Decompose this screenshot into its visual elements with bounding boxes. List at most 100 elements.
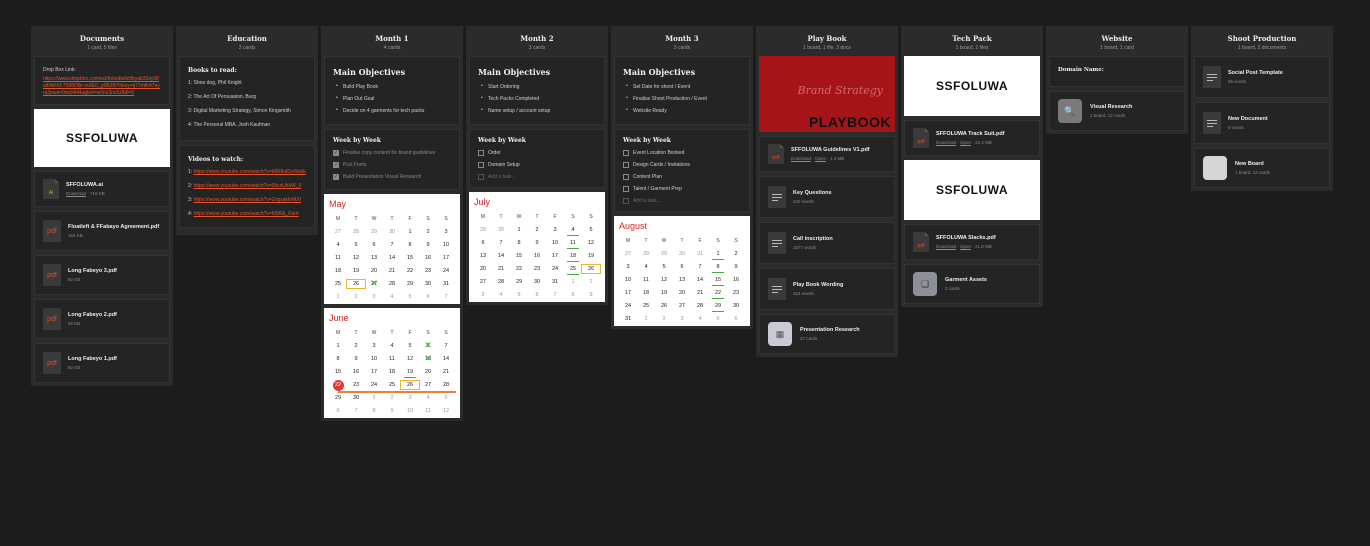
calendar-day[interactable]: 17	[437, 254, 455, 262]
calendar-day[interactable]: 2	[528, 226, 546, 234]
calendar-day[interactable]: 7	[546, 291, 564, 299]
calendar-day[interactable]: 2	[383, 394, 401, 402]
board-card[interactable]: 🔍 Visual Research 1 board, 12 cards	[1049, 91, 1185, 131]
file-card[interactable]: pdf SFFOLUWA Track Suit.pdf Download · O…	[904, 120, 1040, 156]
calendar-day[interactable]: 6	[365, 241, 383, 249]
calendar-day[interactable]: 29	[329, 394, 347, 402]
calendar-day[interactable]: 22	[401, 267, 419, 275]
books-card[interactable]: Books to read: 1: Shoe dog, Phil Knight …	[179, 56, 315, 141]
calendar-day[interactable]: 31	[619, 315, 637, 323]
calendar-day[interactable]: 1	[329, 293, 347, 301]
calendar-day[interactable]: 31	[691, 250, 709, 258]
calendar-july[interactable]: July M T W T F S S 29 30 1 2 3 4 5 6 7 8 9 10 11 12 13 14 15 16 1…	[469, 192, 605, 302]
column-header[interactable]: Documents 1 card, 5 files	[34, 26, 170, 56]
column-month-3[interactable]: Month 3 3 cards Main Objectives Set Date…	[611, 26, 753, 329]
calendar-day[interactable]: 8	[709, 263, 727, 273]
dropbox-link-card[interactable]: Drop Box Link: https://www.dropbox.com/s…	[34, 56, 170, 105]
column-play-book[interactable]: Play Book 1 board, 1 file, 3 docs Brand …	[756, 26, 898, 357]
calendar-day[interactable]: 3	[365, 342, 383, 350]
brand-logo-image[interactable]: SSFOLUWA	[34, 109, 170, 167]
calendar-day[interactable]: 22	[709, 289, 727, 299]
file-card[interactable]: pdf SFFOLUWA Guidelines V1.pdf Download …	[759, 136, 895, 172]
calendar-day[interactable]: 11	[383, 355, 401, 363]
checkbox-checked[interactable]: ✓	[333, 162, 339, 168]
calendar-day[interactable]: 5	[347, 241, 365, 249]
calendar-day[interactable]: 18	[637, 289, 655, 297]
calendar-day[interactable]: 30	[419, 280, 437, 288]
calendar-day[interactable]: 24	[437, 267, 455, 275]
calendar-day[interactable]: 29	[655, 250, 673, 258]
calendar-day[interactable]: 26	[400, 380, 420, 390]
calendar-day[interactable]: 23	[419, 267, 437, 275]
calendar-day[interactable]: 3	[474, 291, 492, 299]
calendar-day[interactable]: 14	[437, 355, 455, 363]
calendar-day[interactable]: 8	[401, 241, 419, 249]
calendar-day[interactable]: 1	[329, 342, 347, 350]
checkbox[interactable]	[623, 186, 629, 192]
calendar-day[interactable]: 28	[492, 278, 510, 286]
videos-card[interactable]: Videos to watch: 1: https://www.youtube.…	[179, 145, 315, 228]
calendar-day[interactable]: 10	[365, 355, 383, 363]
calendar-day[interactable]: 27	[365, 279, 383, 288]
calendar-day[interactable]: 12	[401, 355, 419, 363]
download-link[interactable]: Download	[936, 140, 956, 145]
column-education[interactable]: Education 2 cards Books to read: 1: Shoe…	[176, 26, 318, 235]
calendar-day[interactable]: 30	[383, 228, 401, 236]
calendar-day[interactable]: 21	[691, 289, 709, 297]
calendar-day[interactable]: 1	[564, 278, 582, 286]
calendar-day[interactable]: 21	[383, 267, 401, 275]
calendar-day[interactable]: 27	[673, 302, 691, 310]
calendar-day[interactable]: 25	[637, 302, 655, 310]
calendar-day[interactable]: 4	[492, 291, 510, 299]
dropbox-link[interactable]: https://www.dropbox.com/scl/fo/eubwfz8by…	[43, 76, 161, 97]
calendar-day[interactable]: 31	[437, 280, 455, 288]
calendar-day[interactable]: 1	[637, 315, 655, 323]
calendar-day[interactable]: 6	[727, 315, 745, 323]
calendar-day[interactable]: 8	[329, 355, 347, 363]
task-item[interactable]: Order	[478, 150, 596, 156]
calendar-day[interactable]: 7	[383, 241, 401, 249]
calendar-day[interactable]: 13	[419, 354, 437, 363]
domain-card[interactable]: Domain Name:	[1049, 56, 1185, 87]
calendar-day[interactable]: 20	[474, 265, 492, 273]
calendar-day[interactable]: 29	[401, 280, 419, 288]
calendar-day[interactable]: 7	[437, 293, 455, 301]
calendar-day[interactable]: 30	[528, 278, 546, 286]
calendar-day[interactable]: 17	[546, 252, 564, 260]
calendar-day[interactable]: 11	[637, 276, 655, 284]
calendar-day[interactable]: 11	[564, 239, 582, 249]
calendar-day[interactable]: 4	[637, 263, 655, 271]
calendar-day[interactable]: 9	[528, 239, 546, 247]
column-header[interactable]: Tech Pack 1 board, 2 files	[904, 26, 1040, 56]
column-header[interactable]: Month 1 4 cards	[324, 26, 460, 56]
calendar-day[interactable]: 12	[437, 407, 455, 415]
calendar-day[interactable]: 16	[528, 252, 546, 260]
calendar-day[interactable]: 17	[619, 289, 637, 297]
board-card[interactable]: ❏ Garment Assets 2 cards	[904, 264, 1040, 304]
calendar-day[interactable]: 26	[581, 264, 601, 274]
checkbox[interactable]	[478, 150, 484, 156]
calendar-day[interactable]: 11	[329, 254, 347, 262]
calendar-day[interactable]: 6	[419, 293, 437, 301]
calendar-day[interactable]: 30	[347, 394, 365, 402]
calendar-day[interactable]: 28	[637, 250, 655, 258]
document-card[interactable]: Social Post Template 65 words	[1194, 56, 1330, 98]
calendar-day[interactable]: 14	[492, 252, 510, 260]
video-link[interactable]: https://www.youtube.com/watch?v=9kcxUhkW…	[194, 183, 302, 189]
calendar-day[interactable]: 21	[437, 368, 455, 376]
task-item[interactable]: Talent / Garment Prep	[623, 186, 741, 192]
playbook-cover-image[interactable]: Brand Strategy PLAYBOOK	[759, 56, 895, 132]
calendar-day[interactable]: 10	[401, 407, 419, 415]
column-header[interactable]: Education 2 cards	[179, 26, 315, 56]
calendar-day[interactable]: 5	[401, 342, 419, 350]
checkbox[interactable]	[623, 150, 629, 156]
calendar-day[interactable]: 23	[347, 381, 365, 389]
document-card[interactable]: Play Book Wording 424 words	[759, 268, 895, 310]
open-link[interactable]: Open	[960, 244, 971, 249]
board-card[interactable]: ▦ Presentation Research 27 cards	[759, 314, 895, 354]
calendar-day[interactable]: 22	[510, 265, 528, 273]
file-card[interactable]: pdf Long Fabeyo 3.pdf 82 KB	[34, 255, 170, 295]
column-header[interactable]: Website 1 board, 1 card	[1049, 26, 1185, 56]
add-task-input[interactable]: Add a task...	[623, 198, 741, 204]
calendar-day[interactable]: 23	[528, 265, 546, 273]
